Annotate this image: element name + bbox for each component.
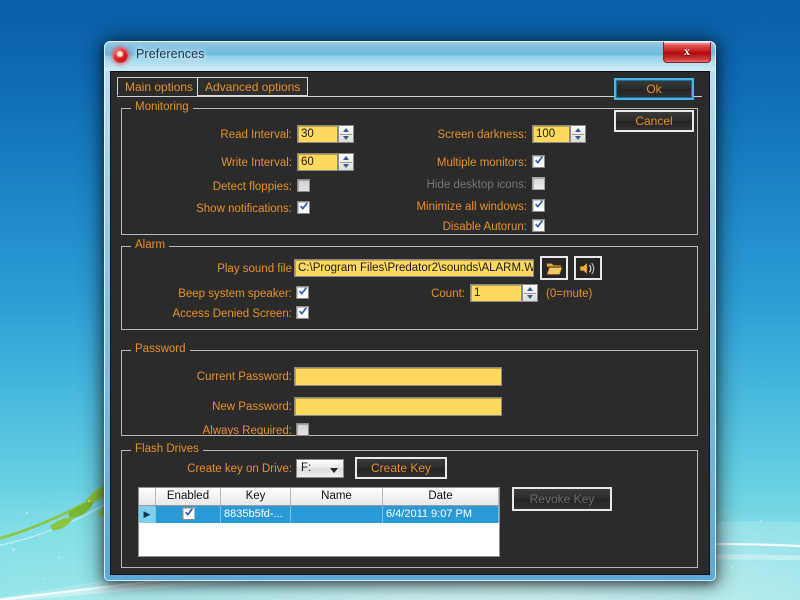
check-icon	[535, 220, 543, 228]
drive-select[interactable]: F:	[296, 459, 344, 478]
label-read-interval: Read Interval:	[220, 129, 292, 141]
window-title: Preferences	[136, 47, 205, 61]
read-interval-stepper[interactable]	[338, 125, 354, 143]
row-enabled-cell[interactable]	[156, 506, 221, 523]
check-icon	[535, 156, 543, 164]
label-beep-system-speaker: Beep system speaker:	[178, 288, 292, 300]
label-write-interval: Write Interval:	[221, 157, 292, 169]
label-disable-autorun: Disable Autorun:	[442, 221, 527, 233]
label-multiple-monitors: Multiple monitors:	[436, 157, 527, 169]
table-row[interactable]: ▶ 8835b5fd-... 6/4/2011 9:07 PM	[139, 506, 499, 523]
write-interval-input[interactable]: 60	[297, 153, 338, 171]
screen-darkness-stepper[interactable]	[570, 125, 586, 143]
table-header-row: Enabled Key Name Date	[139, 488, 499, 506]
check-icon	[535, 200, 543, 208]
sound-file-input[interactable]: C:\Program Files\Predator2\sounds\ALARM.…	[294, 259, 534, 277]
group-password: Password Current Password: New Password:…	[121, 343, 698, 437]
revoke-key-button: Revoke Key	[512, 487, 612, 511]
record-dot-icon	[113, 48, 128, 63]
label-minimize-all-windows: Minimize all windows:	[416, 201, 527, 213]
checkbox-detect-floppies[interactable]	[297, 179, 310, 192]
table-header-date[interactable]: Date	[383, 488, 499, 505]
checkbox-multiple-monitors[interactable]	[532, 155, 545, 168]
close-button[interactable]: x	[663, 42, 711, 63]
checkbox-access-denied-screen[interactable]	[296, 306, 309, 319]
table-header-key[interactable]: Key	[221, 488, 291, 505]
check-icon	[299, 307, 307, 315]
row-key-cell: 8835b5fd-...	[221, 506, 291, 523]
label-show-notifications: Show notifications:	[196, 203, 292, 215]
label-detect-floppies: Detect floppies:	[212, 181, 292, 193]
row-selection-marker: ▶	[139, 506, 156, 523]
write-interval-stepper[interactable]	[338, 153, 354, 171]
create-key-button[interactable]: Create Key	[355, 457, 447, 479]
label-hide-desktop-icons: Hide desktop icons:	[426, 179, 527, 191]
table-header-enabled[interactable]: Enabled	[156, 488, 221, 505]
label-alarm-count: Count:	[431, 288, 465, 300]
label-always-required: Always Required:	[202, 425, 292, 437]
chevron-down-icon	[330, 468, 338, 473]
current-password-input[interactable]	[294, 367, 502, 386]
table-header-name[interactable]: Name	[291, 488, 383, 505]
ok-button[interactable]: Ok	[614, 78, 694, 100]
checkbox-disable-autorun[interactable]	[532, 219, 545, 232]
group-monitoring-legend: Monitoring	[131, 101, 193, 113]
group-flash-drives-legend: Flash Drives	[131, 443, 203, 455]
close-icon: x	[684, 44, 690, 58]
test-sound-button[interactable]	[574, 256, 602, 280]
alarm-count-hint: (0=mute)	[546, 288, 593, 300]
checkbox-hide-desktop-icons	[532, 177, 545, 190]
checkbox-key-enabled[interactable]	[182, 507, 195, 520]
dialog-client-area: Main options Advanced options Monitoring…	[110, 71, 710, 575]
row-name-cell	[291, 506, 383, 523]
group-alarm-legend: Alarm	[131, 239, 170, 251]
table-body: ▶ 8835b5fd-... 6/4/2011 9:07 PM	[139, 506, 499, 523]
checkbox-always-required[interactable]	[296, 423, 309, 436]
new-password-input[interactable]	[294, 397, 502, 416]
flash-keys-table[interactable]: Enabled Key Name Date ▶ 8835b5fd-... 6/4…	[138, 487, 500, 557]
cancel-button[interactable]: Cancel	[614, 110, 694, 132]
alarm-count-input[interactable]: 1	[470, 284, 522, 302]
label-play-sound-file: Play sound file	[217, 263, 292, 275]
group-monitoring: Monitoring Read Interval: 30 Write Inter…	[121, 101, 698, 235]
drive-select-value: F:	[301, 462, 312, 474]
label-new-password: New Password:	[212, 401, 292, 413]
label-screen-darkness: Screen darkness:	[437, 129, 528, 141]
row-date-cell: 6/4/2011 9:07 PM	[383, 506, 499, 523]
table-header-marker[interactable]	[139, 488, 156, 505]
alarm-count-stepper[interactable]	[522, 284, 538, 302]
check-icon	[185, 508, 193, 516]
browse-sound-file-button[interactable]	[540, 256, 568, 280]
speaker-icon	[579, 261, 595, 275]
tab-advanced-options[interactable]: Advanced options	[197, 77, 309, 96]
window-titlebar[interactable]: Preferences x	[104, 41, 716, 71]
label-current-password: Current Password:	[196, 371, 292, 383]
folder-open-icon	[545, 262, 563, 275]
group-alarm: Alarm Play sound file C:\Program Files\P…	[121, 239, 698, 330]
group-flash-drives: Flash Drives Create key on Drive: F: Cre…	[121, 443, 698, 568]
label-create-key-on-drive: Create key on Drive:	[187, 463, 292, 475]
checkbox-beep-system-speaker[interactable]	[296, 286, 309, 299]
checkbox-minimize-all-windows[interactable]	[532, 199, 545, 212]
group-password-legend: Password	[131, 343, 190, 355]
read-interval-input[interactable]: 30	[297, 125, 338, 143]
desktop-background: Preferences x Main options Advanced opti…	[0, 0, 800, 600]
label-access-denied-screen: Access Denied Screen:	[172, 308, 292, 320]
check-icon	[299, 287, 307, 295]
checkbox-show-notifications[interactable]	[297, 201, 310, 214]
check-icon	[300, 202, 308, 210]
screen-darkness-input[interactable]: 100	[532, 125, 570, 143]
tab-main-options[interactable]: Main options	[117, 77, 202, 96]
